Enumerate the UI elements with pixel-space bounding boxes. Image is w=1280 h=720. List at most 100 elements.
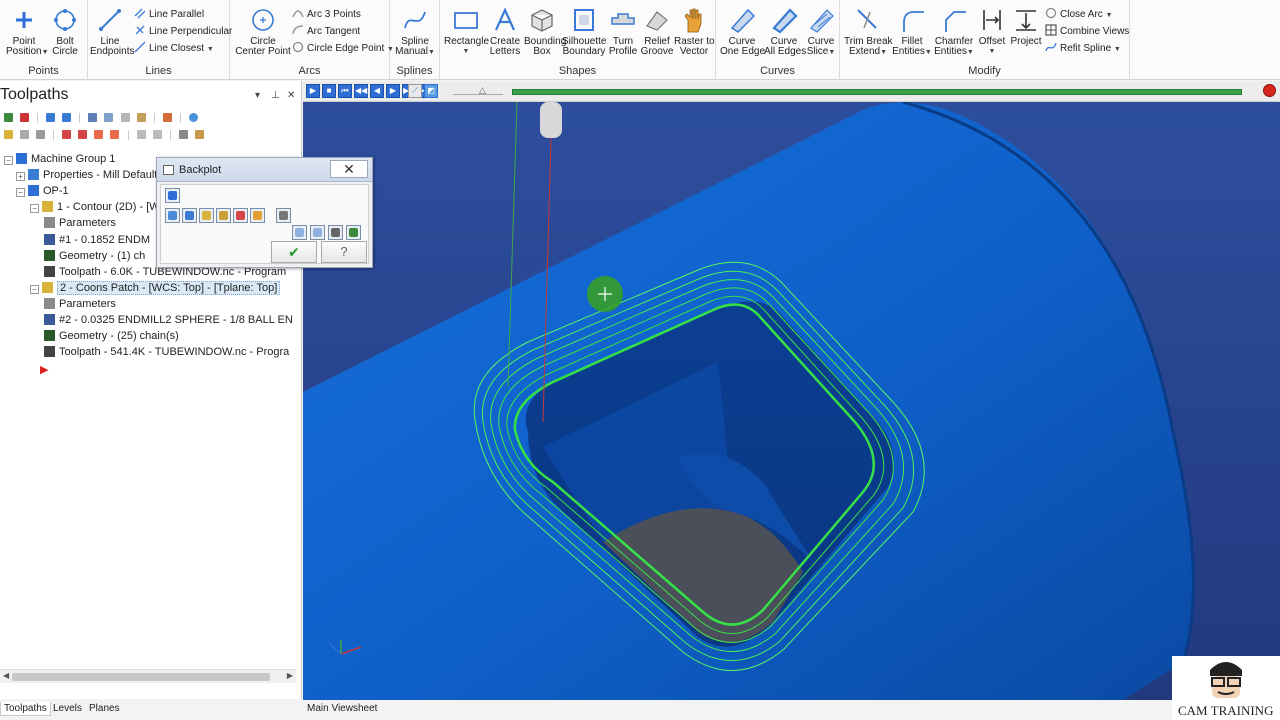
create-letters-button[interactable]: Create Letters: [488, 6, 522, 57]
path-options-button[interactable]: [292, 225, 307, 240]
sort-icon[interactable]: [178, 130, 188, 139]
verify-icon[interactable]: [104, 113, 114, 122]
refit-spline-button[interactable]: Refit Spline ▼: [1045, 41, 1121, 57]
insert-arrow-icon[interactable]: [94, 130, 104, 139]
quick-verify-button[interactable]: [250, 208, 265, 223]
step-back-fast-button[interactable]: ◀◀: [354, 84, 368, 98]
turn-profile-button[interactable]: Turn Profile: [606, 6, 640, 57]
lock-icon[interactable]: [4, 130, 13, 139]
tree-item[interactable]: #1 - 0.1852 ENDM: [44, 232, 150, 248]
scroll-thumb[interactable]: [12, 673, 270, 681]
display-endpoints-button[interactable]: [233, 208, 248, 223]
stop-icon[interactable]: [1263, 84, 1276, 97]
relief-groove-button[interactable]: Relief Groove: [640, 6, 674, 57]
dialog-titlebar[interactable]: Backplot ✕: [157, 158, 372, 182]
circle-center-point-button[interactable]: Circle Center Point: [234, 6, 292, 57]
curve-slice-button[interactable]: Curve Slice▼: [804, 6, 838, 58]
play-button[interactable]: ▶: [306, 84, 320, 98]
tab-toolpaths[interactable]: Toolpaths: [0, 702, 51, 716]
display-tool-button[interactable]: [182, 208, 197, 223]
point-position-button[interactable]: Point Position▼: [6, 6, 49, 58]
first-button[interactable]: ⏮: [338, 84, 352, 98]
close-arc-button[interactable]: Close Arc ▼: [1045, 7, 1113, 23]
select-all-icon[interactable]: [4, 113, 13, 122]
speed-slider[interactable]: △: [453, 85, 503, 95]
tab-main-viewsheet[interactable]: Main Viewsheet: [303, 700, 382, 720]
tree-horizontal-scrollbar[interactable]: ◀ ▶: [0, 669, 296, 683]
save-geometry-button[interactable]: [310, 225, 325, 240]
line-perpendicular-button[interactable]: Line Perpendicular: [134, 24, 232, 40]
silhouette-boundary-button[interactable]: Silhouette Boundary: [562, 6, 606, 57]
toggle-display-icon[interactable]: [20, 130, 30, 139]
help-button[interactable]: ?: [321, 241, 367, 263]
deselect-icon[interactable]: [20, 113, 30, 122]
panel-pin-button[interactable]: ⊥: [271, 90, 280, 101]
combine-views-button[interactable]: Combine Views: [1045, 24, 1129, 40]
collapse-icon[interactable]: −: [30, 284, 39, 294]
regenerate-dirty-icon[interactable]: [62, 113, 72, 122]
collapse-icon[interactable]: −: [16, 188, 25, 198]
step-forward-button[interactable]: ▶: [386, 84, 400, 98]
scroll-left-icon[interactable]: ◀: [3, 671, 9, 680]
step-back-button[interactable]: ◀: [370, 84, 384, 98]
post-icon[interactable]: [136, 113, 146, 122]
settings-icon[interactable]: [194, 130, 204, 139]
collapse-icon[interactable]: −: [4, 156, 13, 165]
line-parallel-button[interactable]: Line Parallel: [134, 7, 204, 23]
help-icon[interactable]: [188, 113, 198, 122]
tree-item[interactable]: − Machine Group 1: [4, 151, 115, 167]
scroll-to-insert-icon[interactable]: [110, 130, 120, 139]
curve-one-edge-button[interactable]: Curve One Edge: [720, 6, 765, 57]
line-closest-button[interactable]: Line Closest ▼: [134, 41, 214, 57]
display-holder-button[interactable]: [199, 208, 214, 223]
move-up-icon[interactable]: [78, 130, 88, 139]
step-option-button[interactable]: ⟋: [408, 84, 422, 98]
dialog-close-button[interactable]: ✕: [330, 160, 368, 178]
expand-icon[interactable]: +: [16, 172, 25, 182]
single-display-icon[interactable]: [136, 130, 146, 139]
bounding-box-button[interactable]: Bounding Box: [524, 6, 566, 57]
simulate-icon[interactable]: [120, 113, 130, 122]
display-toolpath-button[interactable]: [165, 208, 180, 223]
slider-handle-icon[interactable]: △: [479, 85, 486, 96]
tree-item[interactable]: #2 - 0.0325 ENDMILL2 SPHERE - 1/8 BALL E…: [44, 312, 293, 328]
rectangle-button[interactable]: Rectangle ▼: [444, 6, 489, 57]
save-button[interactable]: [346, 225, 361, 240]
tree-item[interactable]: − 1 - Contour (2D) - [W: [30, 199, 160, 215]
raster-to-vector-button[interactable]: Raster to Vector: [674, 6, 715, 57]
ok-button[interactable]: ✔: [271, 241, 317, 263]
arc-tangent-button[interactable]: Arc Tangent: [292, 24, 360, 40]
tree-item[interactable]: Geometry - (25) chain(s): [44, 328, 179, 344]
screenshot-button[interactable]: [328, 225, 343, 240]
highfeed-icon[interactable]: [162, 113, 172, 122]
backplot-progress-bar[interactable]: [512, 89, 1242, 95]
arc-3-points-button[interactable]: Arc 3 Points: [292, 7, 361, 23]
line-endpoints-button[interactable]: Line Endpoints: [90, 6, 134, 57]
tree-item[interactable]: Toolpath - 541.4K - TUBEWINDOW.nc - Prog…: [44, 344, 289, 360]
fillet-entities-button[interactable]: Fillet Entities▼: [892, 6, 932, 58]
info-button[interactable]: [276, 208, 291, 223]
scroll-right-icon[interactable]: ▶: [287, 671, 293, 680]
tab-levels[interactable]: Levels: [50, 702, 85, 715]
stop-button[interactable]: ■: [322, 84, 336, 98]
chamfer-entities-button[interactable]: Chamfer Entities▼: [934, 6, 974, 58]
tree-item[interactable]: − OP-1: [16, 183, 69, 199]
collapse-icon[interactable]: −: [30, 204, 39, 214]
graphics-viewport[interactable]: ▶■⏮◀◀◀▶▶▶⏭ ⟋ ◩ △: [303, 81, 1280, 700]
panel-menu-button[interactable]: ▾: [255, 90, 260, 101]
curve-all-edges-button[interactable]: Curve All Edges: [764, 6, 806, 57]
bolt-circle-button[interactable]: Bolt Circle: [48, 6, 82, 57]
collapse-icon[interactable]: [152, 130, 162, 139]
circle-edge-point-button[interactable]: Circle Edge Point ▼: [292, 41, 394, 57]
tree-item[interactable]: Parameters: [44, 296, 116, 312]
backplot-icon[interactable]: [88, 113, 98, 122]
tree-item[interactable]: − 2 - Coons Patch - [WCS: Top] - [Tplane:…: [30, 280, 281, 296]
panel-close-button[interactable]: ✕: [287, 90, 295, 101]
offset-button[interactable]: Offset ▼: [976, 6, 1008, 57]
display-rapid-button[interactable]: [216, 208, 231, 223]
display-option-button[interactable]: ◩: [424, 84, 438, 98]
expand-button[interactable]: [165, 188, 180, 203]
tree-item[interactable]: + Properties - Mill Default: [16, 167, 157, 183]
tab-planes[interactable]: Planes: [86, 702, 123, 715]
tree-item[interactable]: Geometry - (1) ch: [44, 248, 145, 264]
